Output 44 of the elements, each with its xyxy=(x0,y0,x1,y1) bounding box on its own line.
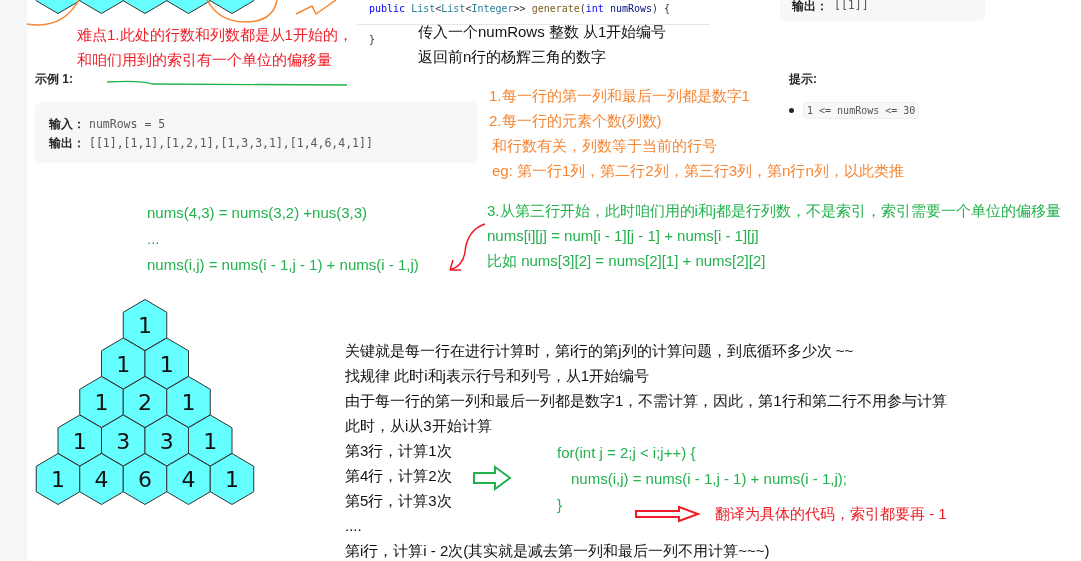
formula-text: nums(i,j) = nums(i - 1,j - 1) + nums(i - 1,j) xyxy=(147,255,419,275)
annotation-text: 1.每一行的第一列和最后一列都是数字1 xyxy=(489,86,750,106)
curved-arrow-icon xyxy=(447,222,487,274)
annotation-text: 3.从第三行开始，此时咱们用的i和j都是行列数，不是索引，索引需要一个单位的偏移量 xyxy=(487,201,1062,221)
right-arrow-icon xyxy=(473,466,511,490)
hints-title: 提示: xyxy=(789,71,817,88)
annotation-text: 传入一个numRows 整数 从1开始编号 xyxy=(418,22,667,42)
annotation-text: 难点1.此处的行数和列数都是从1开始的， xyxy=(77,25,353,45)
annotation-text: 找规律 此时i和j表示行号和列号，从1开始编号 xyxy=(345,366,650,386)
output-value: [[1],[1,1],[1,2,1],[1,3,3,1],[1,4,6,4,1]] xyxy=(89,136,373,150)
bullet-icon xyxy=(789,108,794,113)
annotation-text: 第i行，计算i - 2次(其实就是减去第一列和最后一列不用计算~~~) xyxy=(345,541,770,561)
annotation-text: nums[i][j] = num[i - 1][j - 1] + nums[i - 1][j] xyxy=(487,226,759,246)
annotation-text: 由于每一行的第一列和最后一列都是数字1，不需计算，因此，第1行和第二行不用参与计算 xyxy=(345,391,947,411)
annotation-text: 关键就是每一行在进行计算时，第i行的第j列的计算问题，到底循环多少次 ~~ xyxy=(345,341,854,361)
output-value: [[1]] xyxy=(834,0,869,14)
annotation-text: 此时，从i从3开始计算 xyxy=(345,416,492,436)
annotation-text: 比如 nums[3][2] = nums[2][1] + nums[2][2] xyxy=(487,251,766,271)
formula-text: nums(4,3) = nums(3,2) +nus(3,3) xyxy=(147,203,368,223)
code-line: for(int j = 2;j < i;j++) { xyxy=(557,443,696,463)
annotation-text: 翻译为具体的代码，索引都要再 - 1 xyxy=(715,504,947,524)
code-line: } xyxy=(557,495,562,515)
pascal-triangle-drawing: 1 1 1 1 2 1 1 3 3 1 1 4 6 4 1 xyxy=(36,298,256,508)
ink-stroke xyxy=(296,0,338,16)
annotation-text: 返回前n行的杨辉三角的数字 xyxy=(418,47,607,67)
annotation-text: 第3行，计算1次 xyxy=(345,441,452,461)
annotation-text: 和咱们用到的索引有一个单位的偏移量 xyxy=(77,50,332,70)
constraint-code: 1 <= numRows <= 30 xyxy=(803,102,920,119)
right-arrow-icon xyxy=(635,506,699,522)
output-label: 输出： xyxy=(49,135,85,152)
code-line: nums(i,j) = nums(i - 1,j - 1) + nums(i - 1,j); xyxy=(570,469,847,489)
example-title: 示例 1: xyxy=(35,71,73,88)
input-label: 输入： xyxy=(49,116,85,133)
code-line: public List<List<Integer>> generate(int numRows) { xyxy=(369,2,671,16)
annotation-text: eg: 第一行1列，第二行2列，第三行3列，第n行n列，以此类推 xyxy=(491,161,904,181)
input-value: numRows = 5 xyxy=(89,117,166,131)
annotation-text: .... xyxy=(345,516,362,536)
code-line: } xyxy=(369,33,376,47)
annotation-text: 第5行，计算3次 xyxy=(345,491,452,511)
formula-text: ... xyxy=(147,229,160,249)
annotation-text: 和行数有关，列数等于当前的行号 xyxy=(491,136,717,156)
annotation-text: 2.每一行的元素个数(列数) xyxy=(489,111,662,131)
output-label: 输出： xyxy=(792,0,828,15)
annotation-text: 第4行，计算2次 xyxy=(345,466,452,486)
